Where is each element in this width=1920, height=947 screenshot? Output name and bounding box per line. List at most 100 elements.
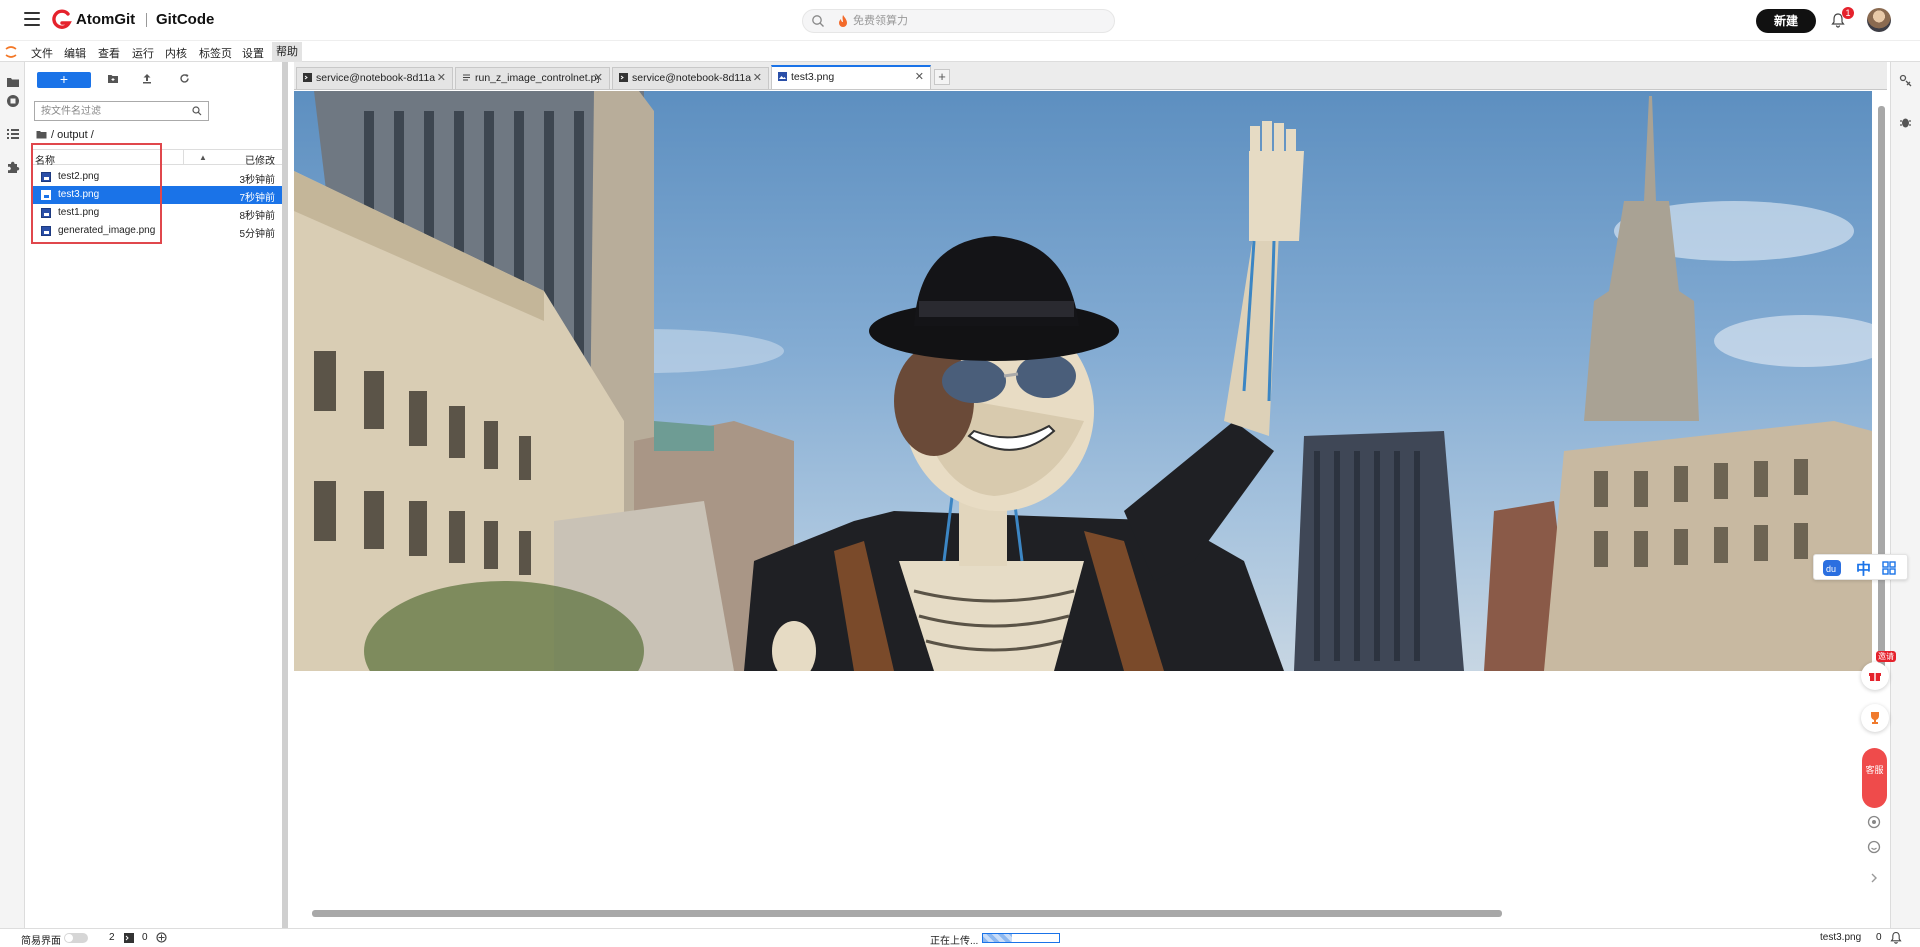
- file-filter-input[interactable]: [41, 104, 181, 118]
- search-icon: [812, 15, 824, 27]
- global-search[interactable]: [802, 9, 1115, 33]
- grid-icon[interactable]: [1882, 561, 1896, 575]
- file-row-selected[interactable]: test3.png 7秒钟前: [33, 186, 282, 204]
- new-button[interactable]: 新建: [1756, 9, 1816, 33]
- brand-name[interactable]: AtomGit: [76, 11, 135, 28]
- fire-icon: [839, 15, 847, 27]
- bell-icon[interactable]: [1890, 931, 1902, 944]
- customer-service-label: 客服: [1865, 765, 1884, 775]
- terminal-count[interactable]: 2: [109, 932, 115, 943]
- baidu-icon[interactable]: du: [1822, 559, 1842, 577]
- tab-terminal-1[interactable]: service@notebook-8d11a ✕: [296, 67, 453, 89]
- image-file-icon: [41, 226, 51, 236]
- table-of-contents-icon[interactable]: [6, 128, 20, 140]
- input-method-widget[interactable]: du 中: [1813, 554, 1908, 580]
- avatar[interactable]: [1867, 8, 1891, 32]
- menu-edit[interactable]: 编辑: [64, 45, 86, 61]
- trophy-button[interactable]: [1861, 704, 1889, 732]
- tab-image-active[interactable]: test3.png ✕: [771, 65, 931, 89]
- breadcrumb[interactable]: / output /: [36, 129, 94, 141]
- sort-ascending-icon[interactable]: ▲: [199, 153, 207, 162]
- menu-icon[interactable]: [24, 12, 40, 26]
- gift-icon: [1869, 673, 1881, 681]
- site-header: AtomGit GitCode 新建 1: [0, 0, 1920, 41]
- menu-run[interactable]: 运行: [132, 45, 154, 61]
- atomgit-logo-icon[interactable]: [52, 9, 72, 31]
- property-inspector-icon[interactable]: [1899, 74, 1912, 87]
- column-modified-header[interactable]: 已修改: [245, 152, 275, 167]
- upload-progress-fill: [983, 934, 1012, 942]
- debugger-icon[interactable]: [1899, 116, 1912, 129]
- file-modified: 7秒钟前: [239, 193, 275, 204]
- tab-label: run_z_image_controlnet.py: [475, 72, 599, 84]
- horizontal-scrollbar[interactable]: [294, 906, 1874, 920]
- breadcrumb-path[interactable]: / output /: [51, 129, 94, 141]
- terminal-icon: [303, 73, 312, 82]
- tab-label: service@notebook-8d11a: [632, 72, 752, 84]
- file-name: test3.png: [58, 189, 100, 200]
- menu-tabs[interactable]: 标签页: [199, 45, 232, 61]
- close-icon[interactable]: ✕: [915, 70, 924, 83]
- upload-icon[interactable]: [142, 73, 152, 84]
- activity-bar: [0, 62, 25, 928]
- skeleton-city-image: [294, 91, 1872, 671]
- running-kernels-icon[interactable]: [6, 94, 20, 108]
- search-icon: [192, 106, 202, 116]
- terminal-icon[interactable]: [124, 933, 134, 943]
- svg-text:du: du: [1826, 564, 1836, 574]
- search-input[interactable]: [853, 13, 1093, 29]
- menu-help[interactable]: 帮助: [272, 42, 302, 62]
- image-file-icon: [41, 190, 51, 200]
- tab-python-file[interactable]: run_z_image_controlnet.py ✕: [455, 67, 610, 89]
- file-name: generated_image.png: [58, 225, 156, 236]
- new-launcher-button[interactable]: +: [37, 72, 91, 88]
- scrollbar-thumb[interactable]: [312, 910, 1502, 917]
- menu-view[interactable]: 查看: [98, 45, 120, 61]
- file-filter-box[interactable]: [34, 101, 209, 121]
- new-folder-icon[interactable]: [107, 73, 119, 84]
- tab-bar: service@notebook-8d11a ✕ run_z_image_con…: [294, 62, 1887, 90]
- close-icon[interactable]: ✕: [753, 71, 762, 84]
- menu-settings[interactable]: 设置: [242, 45, 264, 61]
- chevron-right-icon[interactable]: [1868, 872, 1880, 884]
- right-sidebar: [1890, 62, 1920, 928]
- language-toggle[interactable]: 中: [1856, 558, 1871, 579]
- menu-file[interactable]: 文件: [31, 45, 53, 61]
- gift-button[interactable]: [1861, 662, 1889, 690]
- close-icon[interactable]: ✕: [437, 71, 446, 84]
- kernel-status-icon[interactable]: [156, 932, 167, 943]
- file-browser: + / output / 名称 ▲ 已修改 test2.png 3秒钟前 tes…: [25, 62, 288, 928]
- current-file-label: test3.png: [1820, 932, 1862, 943]
- folder-icon: [36, 131, 47, 139]
- file-row[interactable]: test2.png 3秒钟前: [33, 168, 282, 186]
- kernel-count[interactable]: 0: [142, 932, 148, 943]
- file-list-header: 名称 ▲ 已修改: [33, 149, 282, 167]
- file-row[interactable]: generated_image.png 5分钟前: [33, 222, 282, 240]
- add-tab-button[interactable]: +: [934, 69, 950, 85]
- customer-service-button[interactable]: 客服: [1862, 748, 1887, 808]
- brand-divider: [146, 13, 147, 27]
- invite-badge[interactable]: 邀请: [1876, 651, 1896, 662]
- image-preview[interactable]: [294, 91, 1872, 671]
- scrollbar-thumb[interactable]: [1878, 106, 1885, 676]
- status-bar: 简易界面 2 0 正在上传... test3.png 0: [0, 928, 1920, 947]
- menu-kernel[interactable]: 内核: [165, 45, 187, 61]
- simple-mode-toggle[interactable]: [64, 933, 88, 943]
- upload-progress-bar: [982, 933, 1060, 943]
- smile-feedback-icon[interactable]: [1867, 840, 1881, 854]
- close-icon[interactable]: ✕: [594, 71, 603, 84]
- jupyter-logo-icon: [5, 46, 17, 58]
- column-divider[interactable]: [183, 150, 184, 165]
- folder-icon[interactable]: [6, 76, 20, 88]
- file-row[interactable]: test1.png 8秒钟前: [33, 204, 282, 222]
- file-name: test1.png: [58, 207, 100, 218]
- location-icon[interactable]: [1867, 815, 1881, 829]
- brand-product[interactable]: GitCode: [156, 11, 214, 28]
- column-name-header[interactable]: 名称: [35, 152, 55, 167]
- extensions-icon[interactable]: [6, 160, 20, 174]
- menu-bar: 文件 编辑 查看 运行 内核 标签页 设置 帮助: [0, 42, 1920, 62]
- tab-terminal-2[interactable]: service@notebook-8d11a ✕: [612, 67, 769, 89]
- file-modified: 3秒钟前: [239, 175, 275, 186]
- notification-count[interactable]: 0: [1876, 932, 1882, 943]
- refresh-icon[interactable]: [179, 73, 190, 84]
